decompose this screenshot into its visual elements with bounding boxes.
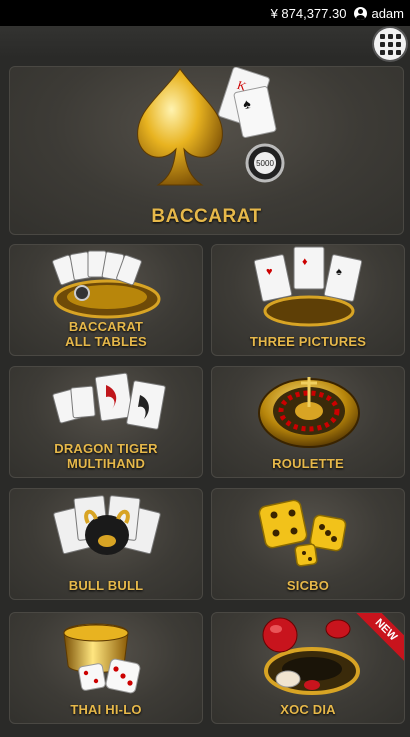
game-tile-roulette[interactable]: ROULETTE	[211, 366, 405, 478]
game-tile-thai-hi-lo[interactable]: THAI HI-LO	[9, 612, 203, 724]
tile-label: SICBO	[286, 578, 330, 593]
sub-header	[0, 26, 410, 58]
svg-text:♦: ♦	[302, 256, 308, 268]
tile-label: XOC DIA	[280, 702, 336, 717]
username[interactable]: adam	[371, 6, 404, 21]
game-tile-sicbo[interactable]: SICBO	[211, 488, 405, 600]
game-tile-three-pictures[interactable]: ♥ ♦ ♠ THREE PICTURES	[211, 244, 405, 356]
chip-value: 5000	[256, 159, 274, 168]
tile-label: THAI HI-LO	[70, 702, 142, 717]
tile-label-line2: ALL TABLES	[65, 334, 147, 349]
user-icon	[354, 6, 368, 20]
game-tile-baccarat-all-tables[interactable]: BACCARAT ALL TABLES	[9, 244, 203, 356]
game-tile-baccarat[interactable]: K ♠ 5000 BACCARAT	[9, 66, 404, 235]
dice-icon	[258, 499, 347, 567]
bull-cards-icon	[53, 495, 161, 555]
roulette-wheel-icon	[258, 377, 360, 448]
svg-text:♥: ♥	[266, 266, 273, 278]
cards-table-icon	[52, 250, 161, 319]
picture-cards-icon: ♥ ♦ ♠	[253, 246, 363, 327]
tile-label: ROULETTE	[272, 456, 344, 471]
spade-cards-icon: K ♠ 5000	[137, 67, 285, 186]
balance-display: ¥ 874,377.30	[270, 5, 347, 21]
xoc-dia-bowl-icon	[262, 617, 360, 695]
game-tile-dragon-tiger-multihand[interactable]: DRAGON TIGER MULTIHAND	[9, 366, 203, 478]
dragon-tiger-cards-icon	[52, 372, 166, 430]
svg-text:♠: ♠	[336, 266, 342, 278]
game-tile-xoc-dia[interactable]: NEW XOC DIA	[211, 612, 405, 724]
tile-label-line2: MULTIHAND	[66, 456, 146, 471]
tile-label-line1: BACCARAT	[68, 319, 144, 334]
tile-label: THREE PICTURES	[249, 334, 367, 349]
game-tile-bull-bull[interactable]: BULL BULL	[9, 488, 203, 600]
grid-menu-button[interactable]	[374, 28, 406, 60]
tile-label: BULL BULL	[68, 578, 144, 593]
tile-label: BACCARAT	[151, 206, 262, 227]
gold-cup-dice-icon	[63, 623, 141, 694]
tile-label-line1: DRAGON TIGER	[54, 441, 158, 456]
grid-menu-icon	[379, 33, 385, 39]
account-bar: ¥ 874,377.30 adam	[0, 0, 410, 26]
